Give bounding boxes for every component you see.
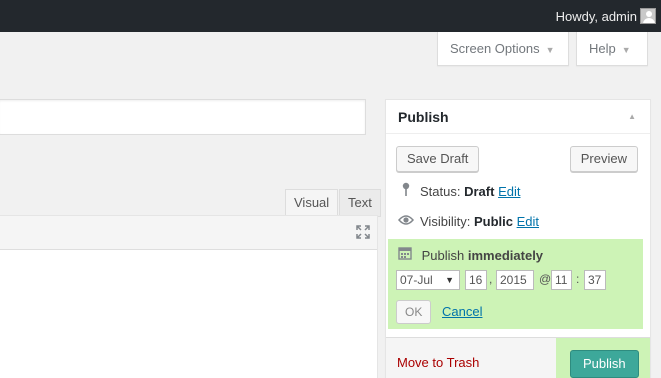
status-label: Status:	[420, 184, 461, 199]
publish-button[interactable]: Publish	[570, 350, 639, 378]
help-button[interactable]: Help ▼	[576, 32, 648, 66]
date-separator: ,	[489, 272, 493, 286]
schedule-section: Publish immediately 07-Jul ▼ 16 , 2015 @ …	[388, 239, 643, 329]
ok-button[interactable]: OK	[396, 300, 432, 324]
status-edit-link[interactable]: Edit	[498, 184, 520, 199]
post-title-input[interactable]	[0, 99, 366, 135]
editor-toolbar	[0, 216, 377, 250]
visibility-label: Visibility:	[420, 214, 471, 229]
publish-title: Publish	[398, 109, 449, 125]
time-separator: :	[576, 272, 580, 286]
avatar[interactable]	[640, 8, 656, 24]
save-draft-button[interactable]: Save Draft	[396, 146, 480, 172]
eye-icon	[398, 214, 414, 229]
screen-options-button[interactable]: Screen Options ▼	[437, 32, 569, 66]
at-separator: @	[539, 272, 552, 286]
expand-icon[interactable]	[355, 224, 371, 240]
schedule-label: Publish	[421, 248, 465, 263]
collapse-arrow-icon[interactable]: ▲	[628, 112, 636, 121]
caret-down-icon: ▼	[621, 45, 631, 55]
year-input[interactable]: 2015	[496, 270, 534, 290]
visibility-row: Visibility: Public Edit	[398, 214, 539, 229]
publish-actions: Move to Trash Publish	[386, 337, 650, 378]
help-label: Help	[589, 41, 616, 56]
screen-options-label: Screen Options	[450, 41, 540, 56]
admin-bar: Howdy, admin	[0, 0, 661, 32]
content-editor[interactable]	[0, 215, 378, 378]
schedule-value: immediately	[467, 248, 544, 263]
preview-button[interactable]: Preview	[569, 146, 638, 172]
month-select[interactable]: 07-Jul ▼	[396, 270, 460, 290]
publish-header[interactable]: Publish ▲	[386, 100, 650, 134]
status-value: Draft	[464, 184, 495, 199]
visibility-edit-link[interactable]: Edit	[517, 214, 539, 229]
visibility-value: Public	[473, 214, 513, 229]
tab-text[interactable]: Text	[339, 189, 381, 217]
move-to-trash-link[interactable]: Move to Trash	[397, 355, 479, 370]
tab-visual[interactable]: Visual	[285, 189, 339, 217]
howdy-user-link[interactable]: Howdy, admin	[556, 9, 637, 24]
month-value: 07-Jul	[400, 273, 433, 287]
hour-input[interactable]: 11	[551, 270, 572, 290]
caret-down-icon: ▼	[545, 45, 555, 55]
schedule-row: Publish immediately	[398, 246, 543, 263]
pin-icon	[398, 182, 414, 199]
caret-down-icon: ▼	[445, 275, 454, 285]
calendar-icon	[398, 247, 416, 263]
day-input[interactable]: 16	[465, 270, 487, 290]
status-row: Status: Draft Edit	[398, 182, 520, 199]
cancel-link[interactable]: Cancel	[442, 304, 482, 319]
minute-input[interactable]: 37	[584, 270, 606, 290]
publish-metabox: Publish ▲ Save Draft Preview Status: Dra…	[385, 99, 651, 378]
